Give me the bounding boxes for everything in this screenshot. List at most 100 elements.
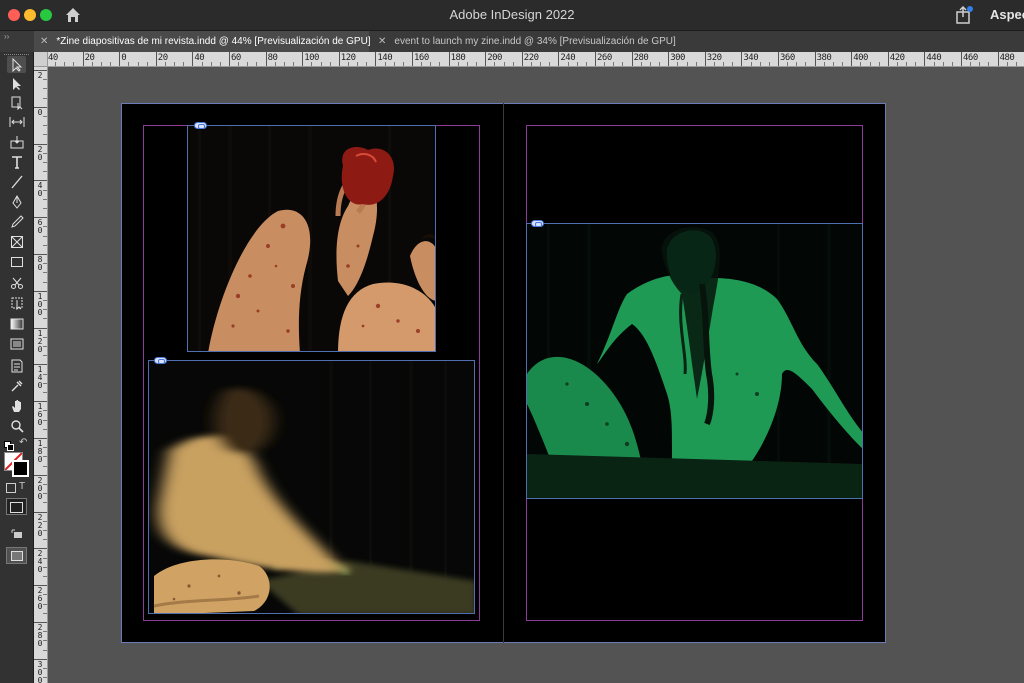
close-tab-icon[interactable]: ✕ — [378, 36, 386, 47]
ruler-minor-tick — [384, 62, 386, 66]
photo-red-apple[interactable] — [187, 125, 436, 352]
ruler-minor-tick — [43, 493, 47, 495]
ruler-minor-tick — [787, 62, 789, 66]
link-badge-icon[interactable] — [194, 122, 207, 129]
photo-green-figure[interactable] — [526, 223, 863, 499]
ruler-minor-tick — [43, 465, 47, 467]
ruler-minor-tick — [659, 62, 661, 66]
hand-tool-icon[interactable] — [7, 397, 26, 414]
swap-colors-icon[interactable]: ↶ — [19, 438, 29, 448]
ruler-major-tick — [521, 52, 523, 66]
ruler-minor-tick — [878, 62, 880, 66]
formatting-text-icon[interactable]: T — [19, 481, 25, 492]
ruler-minor-tick — [256, 62, 258, 66]
ruler-major-tick — [338, 52, 340, 66]
ruler-minor-tick — [43, 162, 47, 163]
link-badge-icon[interactable] — [531, 220, 544, 227]
ruler-minor-tick — [43, 171, 47, 173]
ruler-minor-tick — [43, 88, 47, 90]
ruler-major-tick — [778, 52, 779, 66]
panel-collapse-icon[interactable]: ›› — [4, 32, 9, 41]
document-tab-bar: ›› ✕ *Zine diapositivas de mi revista.ind… — [0, 31, 1024, 53]
ruler-label: 20 — [157, 53, 168, 63]
workspace-switcher[interactable]: Aspec — [990, 7, 1024, 22]
free-transform-tool-icon[interactable] — [7, 294, 26, 311]
ruler-label: 100 — [37, 291, 43, 317]
ruler-major-tick — [119, 52, 121, 66]
ruler-minor-tick — [457, 62, 459, 66]
ruler-minor-tick — [970, 62, 972, 66]
ruler-minor-tick — [43, 79, 47, 81]
screen-mode-icon[interactable] — [11, 526, 23, 538]
apply-color-button[interactable] — [6, 498, 27, 515]
ruler-label: 220 — [37, 512, 43, 538]
ruler-label: 80 — [267, 53, 278, 63]
ruler-minor-tick — [43, 456, 47, 458]
ruler-minor-tick — [219, 62, 221, 66]
horizontal-ruler[interactable]: 40 20 0 20 40 60 80 100 120 140 160 180 200 220 240 260… — [34, 52, 1024, 67]
ruler-minor-tick — [768, 62, 770, 66]
ruler-minor-tick — [567, 62, 569, 66]
ruler-minor-tick — [1015, 62, 1017, 66]
ruler-minor-tick — [43, 336, 47, 338]
type-tool-icon[interactable] — [7, 153, 26, 170]
gradient-feather-tool-icon[interactable] — [7, 335, 26, 352]
ruler-major-tick — [412, 52, 413, 66]
ruler-minor-tick — [329, 62, 331, 66]
ruler-minor-tick — [933, 62, 935, 66]
vertical-ruler[interactable]: 2020406080100120140160180200220240260280… — [34, 67, 48, 683]
default-colors-icon[interactable] — [4, 438, 14, 451]
ruler-minor-tick — [43, 355, 47, 357]
ruler-minor-tick — [43, 373, 47, 375]
tab-event-to-launch[interactable]: ✕ event to launch my zine.indd @ 34% [Pre… — [372, 31, 676, 52]
photo-motion-blur[interactable] — [148, 360, 475, 614]
close-tab-icon[interactable]: ✕ — [40, 36, 48, 47]
pencil-tool-icon[interactable] — [7, 213, 26, 230]
ruler-minor-tick — [43, 346, 47, 347]
pen-tool-icon[interactable] — [7, 193, 26, 210]
ruler-minor-tick — [283, 62, 285, 66]
zoom-tool-icon[interactable] — [7, 417, 26, 434]
ruler-minor-tick — [43, 631, 47, 633]
share-icon[interactable] — [954, 5, 974, 25]
ruler-minor-tick — [183, 62, 185, 66]
gradient-swatch-tool-icon[interactable] — [7, 315, 26, 332]
ruler-major-tick — [997, 52, 999, 66]
ruler-major-tick — [668, 52, 670, 66]
ruler-minor-tick — [686, 62, 688, 66]
ruler-minor-tick — [677, 62, 679, 66]
ruler-major-tick — [595, 52, 596, 66]
formatting-container-icon[interactable] — [6, 483, 16, 493]
tab-zine-diapositivas[interactable]: ✕ *Zine diapositivas de mi revista.indd @… — [34, 31, 371, 52]
ruler-minor-tick — [576, 62, 578, 66]
ruler-minor-tick — [585, 62, 587, 66]
rectangle-tool-icon[interactable] — [7, 253, 26, 270]
ruler-minor-tick — [43, 208, 47, 209]
stroke-swatch[interactable] — [12, 460, 29, 477]
scissors-tool-icon[interactable] — [7, 274, 26, 291]
link-badge-icon[interactable] — [154, 357, 167, 364]
tools-panel: ↶ T — [0, 52, 34, 683]
direct-selection-tool-icon[interactable] — [7, 75, 26, 92]
note-tool-icon[interactable] — [7, 357, 26, 374]
view-mode-button[interactable] — [6, 547, 27, 564]
ruler-label: 60 — [231, 53, 241, 63]
selection-tool-icon[interactable] — [7, 56, 26, 73]
line-tool-icon[interactable] — [7, 173, 26, 190]
ruler-minor-tick — [43, 125, 47, 127]
ruler-minor-tick — [695, 62, 697, 66]
content-collector-tool-icon[interactable] — [7, 133, 26, 150]
ruler-label: 140 — [37, 365, 43, 391]
ruler-minor-tick — [274, 62, 276, 66]
ruler-minor-tick — [640, 62, 642, 66]
ruler-minor-tick — [247, 62, 249, 66]
page-tool-icon[interactable] — [7, 94, 26, 111]
ruler-minor-tick — [43, 244, 47, 246]
ruler-minor-tick — [430, 62, 432, 66]
gap-tool-icon[interactable] — [7, 113, 26, 130]
rectangle-frame-tool-icon[interactable] — [7, 233, 26, 250]
ruler-minor-tick — [796, 62, 798, 66]
eyedropper-tool-icon[interactable] — [7, 377, 26, 394]
ruler-minor-tick — [210, 62, 212, 66]
ruler-origin[interactable] — [34, 52, 48, 67]
